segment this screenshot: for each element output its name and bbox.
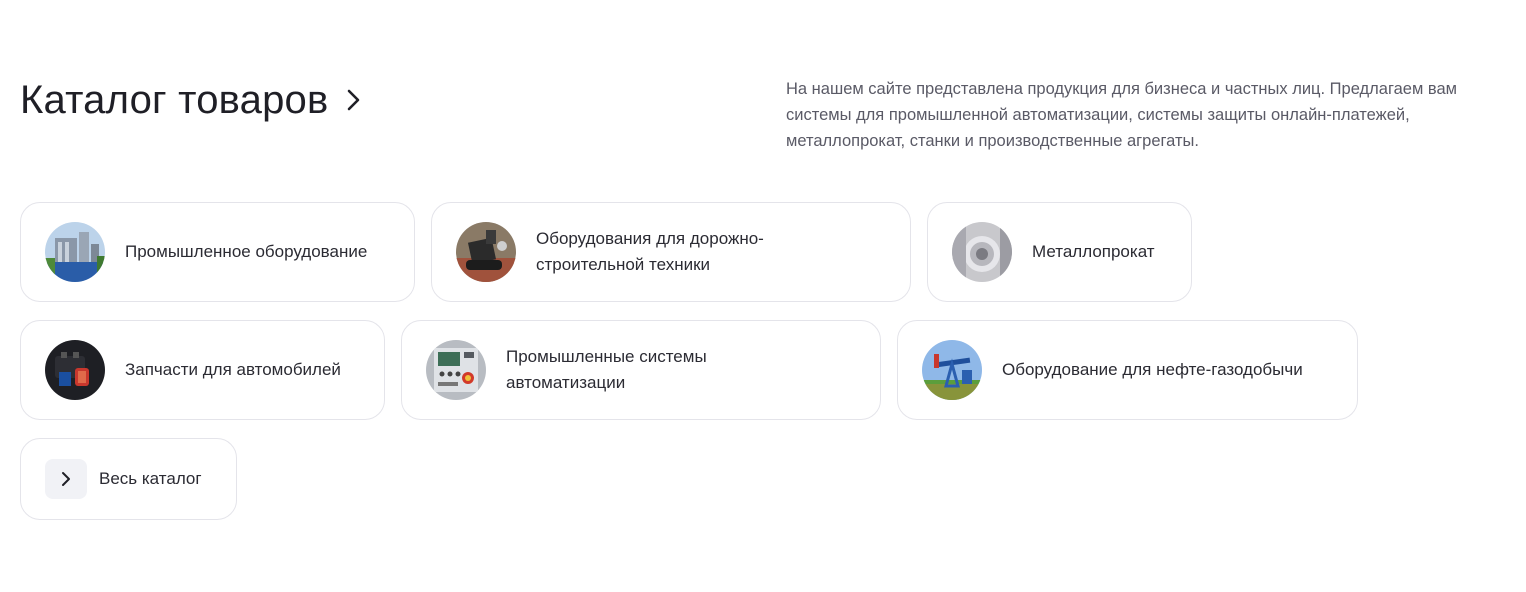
category-card-metal-products[interactable]: Металлопрокат [927,202,1192,302]
category-card-automation-systems[interactable]: Промышленные системы автоматизации [401,320,881,420]
industrial-plant-photo-icon [45,222,105,282]
catalog-title-link[interactable]: Каталог товаров [20,76,364,124]
category-label: Промышленное оборудование [125,242,368,261]
category-label: Оборудования для дорожно-строительной те… [536,229,764,274]
chevron-right-icon [62,472,70,486]
car-parts-photo-icon [45,340,105,400]
category-card-oil-gas-equipment[interactable]: Оборудование для нефте-газодобычи [897,320,1358,420]
control-panel-photo-icon [426,340,486,400]
category-card-road-machinery[interactable]: Оборудования для дорожно-строительной те… [431,202,911,302]
catalog-description: На нашем сайте представлена продукция дл… [786,80,1457,150]
chevron-right-icon [348,89,360,111]
road-machinery-photo-icon [456,222,516,282]
category-card-car-parts[interactable]: Запчасти для автомобилей [20,320,385,420]
category-label: Промышленные системы автоматизации [506,347,707,392]
category-label: Запчасти для автомобилей [125,360,341,379]
category-label: Металлопрокат [1032,242,1155,261]
all-catalog-button[interactable]: Весь каталог [20,438,237,520]
metal-coil-photo-icon [952,222,1012,282]
all-catalog-label: Весь каталог [99,469,202,488]
oil-pump-photo-icon [922,340,982,400]
category-label: Оборудование для нефте-газодобычи [1002,360,1303,379]
page-title: Каталог товаров [20,78,329,122]
category-card-industrial-equipment[interactable]: Промышленное оборудование [20,202,415,302]
all-catalog-icon-box [45,459,87,499]
